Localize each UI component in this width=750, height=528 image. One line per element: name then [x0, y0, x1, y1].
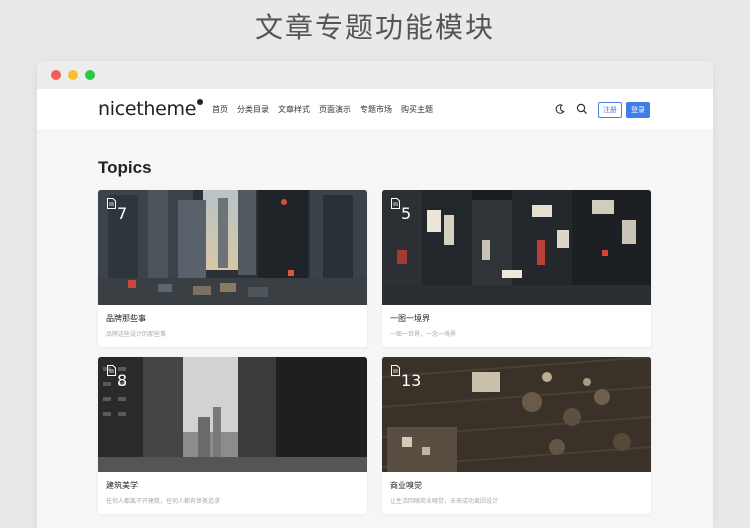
topic-title[interactable]: 商业嗅觉	[390, 480, 643, 491]
topic-card-image: 13	[382, 357, 651, 472]
night-alley-photo	[382, 190, 651, 305]
document-icon	[391, 198, 400, 209]
nav-item-article-styles[interactable]: 文章样式	[278, 104, 310, 115]
page-title: Topics	[98, 158, 152, 177]
topic-card-one-image[interactable]: 5 一图一境界 一图一世界，一念一境界	[382, 190, 651, 347]
article-count: 5	[401, 204, 412, 223]
city-street-photo	[98, 190, 367, 305]
article-count: 7	[117, 204, 128, 223]
site-header: nicetheme 首页 分类目录 文章样式 页面演示 专题市场 购买主题 注册…	[37, 89, 713, 131]
document-icon	[107, 365, 116, 376]
document-icon	[391, 365, 400, 376]
topic-subtitle: 任何人都离不开建筑，任何人都有审美追求	[106, 498, 221, 505]
maximize-dot[interactable]	[85, 70, 95, 80]
close-dot[interactable]	[51, 70, 61, 80]
topic-title[interactable]: 建筑美学	[106, 480, 359, 491]
browser-window: nicetheme 首页 分类目录 文章样式 页面演示 专题市场 购买主题 注册…	[37, 61, 713, 528]
slide-title: 文章专题功能模块	[254, 11, 495, 44]
site-logo[interactable]: nicetheme	[98, 98, 204, 120]
nav-item-page-demo[interactable]: 页面演示	[319, 104, 351, 115]
topic-card-architecture[interactable]: 8 建筑美学 任何人都离不开建筑，任何人都有审美追求	[98, 357, 367, 514]
cafe-overhead-photo	[382, 357, 651, 472]
topic-card-image: 8	[98, 357, 367, 472]
topic-title[interactable]: 一图一境界	[390, 313, 643, 324]
topic-subtitle: 让生活回嗅商业嗅觉，未来成功离因设计	[390, 498, 499, 505]
topic-card-brand[interactable]: 7 品牌那些事 品牌这些设计的那些事	[98, 190, 367, 347]
nav-item-topic-market[interactable]: 专题市场	[360, 104, 392, 115]
article-count: 13	[401, 371, 422, 390]
document-icon	[107, 198, 116, 209]
topic-subtitle: 一图一世界，一念一境界	[390, 331, 457, 338]
nav-item-buy-theme[interactable]: 购买主题	[401, 104, 433, 115]
article-count: 8	[117, 371, 128, 390]
register-button[interactable]: 注册	[598, 102, 622, 118]
search-icon[interactable]	[575, 102, 589, 116]
main-nav: 首页 分类目录 文章样式 页面演示 专题市场 购买主题	[212, 104, 433, 115]
minimize-dot[interactable]	[68, 70, 78, 80]
login-button[interactable]: 登录	[626, 102, 650, 118]
bw-buildings-photo	[98, 357, 367, 472]
nav-item-home[interactable]: 首页	[212, 104, 228, 115]
topic-subtitle: 品牌这些设计的那些事	[106, 331, 167, 338]
topic-card-image: 5	[382, 190, 651, 305]
nav-item-categories[interactable]: 分类目录	[237, 104, 269, 115]
topic-card-business[interactable]: 13 商业嗅觉 让生活回嗅商业嗅觉，未来成功离因设计	[382, 357, 651, 514]
moon-icon[interactable]	[553, 102, 567, 116]
topic-card-image: 7	[98, 190, 367, 305]
topic-title[interactable]: 品牌那些事	[106, 313, 359, 324]
window-titlebar	[37, 61, 713, 89]
